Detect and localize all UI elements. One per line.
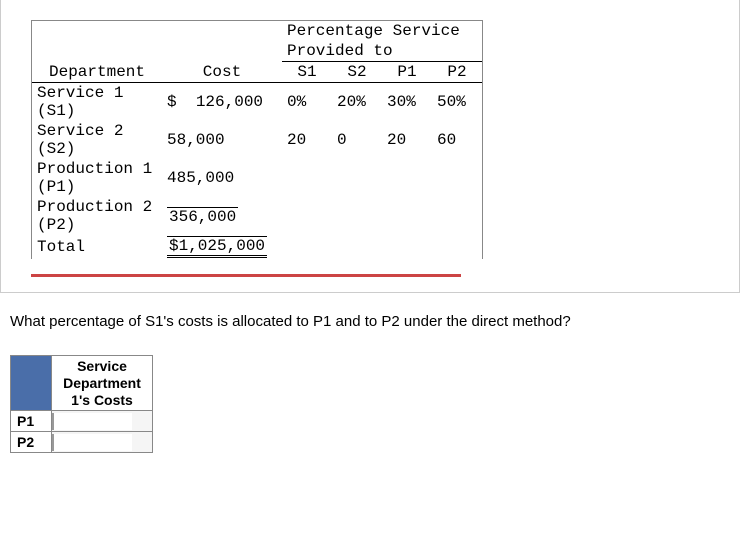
red-divider: [31, 274, 461, 277]
col-cost: Cost: [162, 62, 282, 83]
total-value: $1,025,000: [167, 236, 267, 258]
p2-input[interactable]: [52, 434, 132, 451]
col-p2: P2: [432, 62, 482, 83]
col-p1: P1: [382, 62, 432, 83]
col-s2: S2: [332, 62, 382, 83]
pct-header-1: Percentage Service: [282, 21, 482, 41]
row-label-p2: P2: [11, 432, 52, 453]
question-text: What percentage of S1's costs is allocat…: [10, 313, 730, 330]
table-row: Service 2 (S2) 58,000 20 0 20 60: [32, 121, 482, 159]
answer-header: Service Department 1's Costs: [52, 356, 153, 411]
table-row: Production 1 (P1) 485,000: [32, 159, 482, 197]
col-s1: S1: [282, 62, 332, 83]
answer-input-table: Service Department 1's Costs P1 P2: [10, 355, 153, 453]
table-row: Service 1 (S1) $ 126,000 0% 20% 30% 50%: [32, 83, 482, 122]
blue-stub-cell: [11, 356, 52, 411]
table-row-total: Total $1,025,000: [32, 235, 482, 259]
p1-input[interactable]: [52, 413, 132, 430]
pct-header-2: Provided to: [282, 41, 482, 62]
col-dept: Department: [32, 62, 162, 83]
table-row: Production 2 (P2) 356,000: [32, 197, 482, 235]
row-label-p1: P1: [11, 411, 52, 432]
cost-allocation-table: Percentage Service Provided to Departmen…: [31, 20, 483, 259]
